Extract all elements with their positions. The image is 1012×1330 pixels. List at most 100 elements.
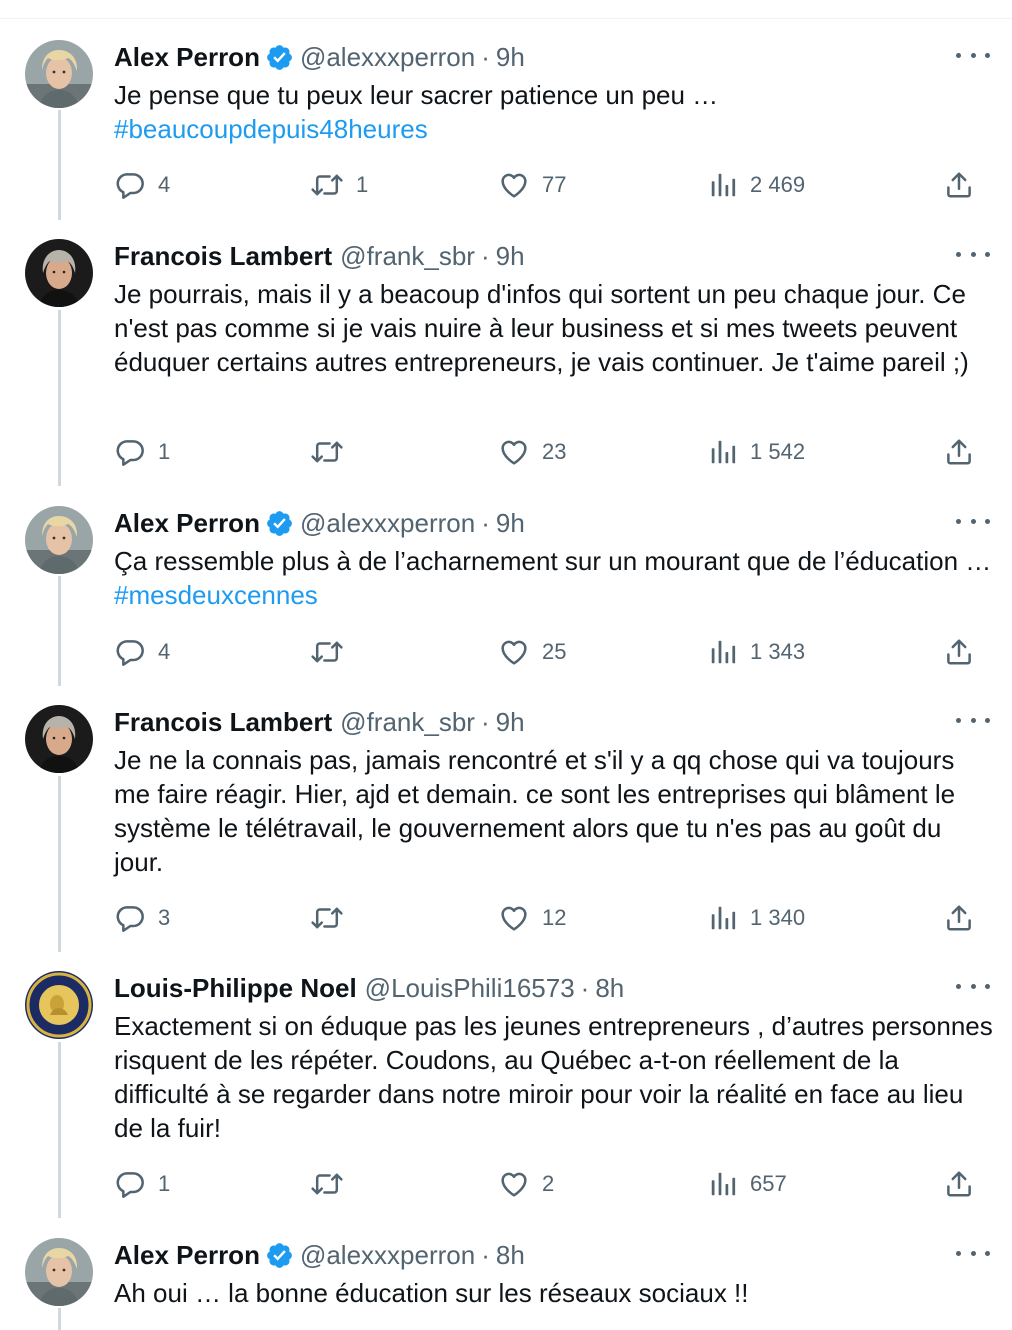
like-button[interactable]: 23 (498, 432, 566, 472)
timestamp[interactable]: 8h (595, 973, 624, 1004)
author-handle[interactable]: @frank_sbr (340, 241, 475, 272)
reply-button[interactable]: 4 (114, 165, 170, 205)
separator-dot: · (481, 1239, 490, 1270)
replies-count: 4 (158, 639, 171, 664)
tweet-body: Exactement si on éduque pas les jeunes e… (114, 1011, 993, 1143)
timestamp[interactable]: 9h (496, 241, 525, 272)
blonde-man-avatar[interactable] (25, 506, 93, 574)
tweet-text: Je pourrais, mais il y a beacoup d'infos… (114, 277, 994, 379)
thread-connector-line (58, 1308, 61, 1330)
timestamp[interactable]: 9h (496, 42, 525, 73)
views-count: 1 340 (750, 905, 806, 930)
reply-icon (114, 902, 146, 934)
tweet-text: Je pense que tu peux leur sacrer patienc… (114, 78, 994, 146)
thread-connector-line (58, 1042, 61, 1218)
views-count: 1 542 (750, 439, 806, 464)
retweet-button[interactable]: 1 (310, 165, 368, 205)
tweet-body: Je ne la connais pas, jamais rencontré e… (114, 745, 956, 877)
author-name[interactable]: Francois Lambert (114, 241, 332, 272)
heart-icon (498, 902, 530, 934)
seal-emblem-avatar[interactable] (25, 971, 93, 1039)
timestamp[interactable]: 9h (496, 707, 525, 738)
like-button[interactable]: 25 (498, 632, 566, 672)
hashtag-link[interactable]: #mesdeuxcennes (114, 580, 318, 610)
more-icon[interactable] (956, 1242, 990, 1264)
like-button[interactable]: 12 (498, 898, 566, 938)
author-name[interactable]: Alex Perron (114, 42, 260, 73)
retweet-button[interactable] (310, 632, 356, 672)
heart-icon (498, 636, 530, 668)
like-button[interactable]: 2 (498, 1164, 554, 1204)
more-icon[interactable] (956, 709, 990, 731)
likes-count: 2 (542, 1171, 555, 1196)
views-button[interactable]: 2 469 (708, 165, 805, 205)
share-icon (944, 437, 974, 467)
reply-button[interactable]: 1 (114, 1164, 170, 1204)
like-button[interactable]: 77 (498, 165, 566, 205)
blonde-man-avatar[interactable] (25, 1238, 93, 1306)
retweet-icon (310, 169, 344, 201)
separator-dot: · (580, 972, 590, 1003)
more-icon[interactable] (956, 243, 990, 265)
heart-icon (498, 1168, 530, 1200)
views-button[interactable]: 1 542 (708, 432, 805, 472)
likes-count: 77 (542, 172, 567, 197)
views-count: 657 (750, 1171, 787, 1196)
views-icon (708, 170, 738, 200)
author-handle[interactable]: @alexxxperron (300, 508, 475, 539)
timestamp[interactable]: 8h (496, 1240, 525, 1271)
views-button[interactable]: 1 340 (708, 898, 805, 938)
verified-badge-icon (265, 509, 294, 538)
separator-dot: · (481, 41, 490, 72)
retweet-button[interactable] (310, 432, 356, 472)
reply-icon (114, 1168, 146, 1200)
top-divider (0, 18, 1012, 19)
tweet-body: Je pense que tu peux leur sacrer patienc… (114, 80, 719, 110)
retweet-button[interactable] (310, 898, 356, 938)
timestamp[interactable]: 9h (496, 508, 525, 539)
share-button[interactable] (944, 898, 974, 938)
views-button[interactable]: 1 343 (708, 632, 805, 672)
views-button[interactable]: 657 (708, 1164, 787, 1204)
author-name[interactable]: Alex Perron (114, 1240, 260, 1271)
share-button[interactable] (944, 1164, 974, 1204)
author-handle[interactable]: @frank_sbr (340, 707, 475, 738)
blonde-man-avatar[interactable] (25, 40, 93, 108)
grey-hair-man-avatar[interactable] (25, 705, 93, 773)
more-icon[interactable] (956, 510, 990, 532)
author-handle[interactable]: @LouisPhili16573 (365, 973, 575, 1004)
retweet-icon (310, 436, 344, 468)
grey-hair-man-avatar[interactable] (25, 239, 93, 307)
author-name[interactable]: Alex Perron (114, 508, 260, 539)
author-name[interactable]: Louis-Philippe Noel (114, 973, 357, 1004)
share-button[interactable] (944, 632, 974, 672)
views-count: 2 469 (750, 172, 806, 197)
author-handle[interactable]: @alexxxperron (300, 42, 475, 73)
reply-button[interactable]: 3 (114, 898, 170, 938)
more-icon[interactable] (956, 975, 990, 997)
tweet-actions: 3 12 1 340 (114, 898, 994, 938)
separator-dot: · (480, 240, 490, 271)
author-handle[interactable]: @alexxxperron (300, 1240, 475, 1271)
verified-badge-icon (265, 43, 294, 72)
share-button[interactable] (944, 432, 974, 472)
tweet-actions: 4 25 1 343 (114, 632, 994, 672)
views-count: 1 343 (750, 639, 806, 664)
reply-button[interactable]: 1 (114, 432, 170, 472)
likes-count: 23 (542, 439, 567, 464)
heart-icon (498, 169, 530, 201)
reply-button[interactable]: 4 (114, 632, 170, 672)
hashtag-link[interactable]: #beaucoupdepuis48heures (114, 114, 428, 144)
retweet-icon (310, 636, 344, 668)
share-icon (944, 1169, 974, 1199)
likes-count: 12 (542, 905, 567, 930)
reply-icon (114, 436, 146, 468)
share-button[interactable] (944, 165, 974, 205)
tweet-body: Ça ressemble plus à de l’acharnement sur… (114, 546, 992, 576)
tweet-body: Ah oui … la bonne éducation sur les rése… (114, 1278, 749, 1308)
more-icon[interactable] (956, 44, 990, 66)
retweet-button[interactable] (310, 1164, 356, 1204)
tweet-actions: 1 2 657 (114, 1164, 994, 1204)
views-icon (708, 437, 738, 467)
author-name[interactable]: Francois Lambert (114, 707, 332, 738)
